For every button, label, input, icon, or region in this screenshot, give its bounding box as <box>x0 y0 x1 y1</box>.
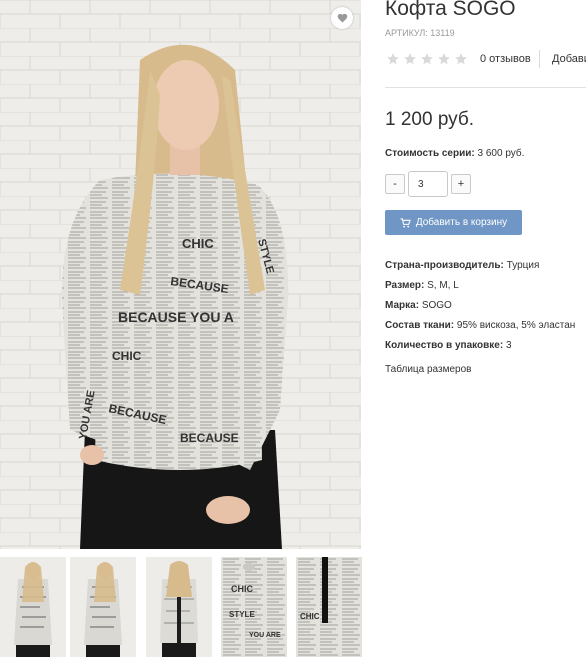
heart-icon <box>337 13 347 23</box>
main-product-photo[interactable]: CHIC BECAUSE BECAUSE YOU A CHIC BECAUSE … <box>0 0 361 549</box>
add-review-link[interactable]: Добавить <box>552 53 586 65</box>
cart-icon <box>400 217 411 228</box>
spec-value: 3 <box>505 340 512 351</box>
star-icon[interactable] <box>420 52 434 66</box>
thumbnail-2[interactable] <box>70 557 136 657</box>
series-price: Стоимость серии: 3 600 руб. <box>385 148 524 159</box>
favorite-button[interactable] <box>331 7 353 29</box>
rating-stars[interactable] <box>386 52 468 66</box>
spec-pack-quantity: Количество в упаковке: 3 <box>385 336 586 356</box>
thumbnail-4-image: CHIC STYLE YOU ARE <box>221 557 287 657</box>
product-info: Кофта SOGO АРТИКУЛ: 13119 0 отзывов Доба… <box>385 0 586 663</box>
thumb-print-you-are: YOU ARE <box>249 632 281 639</box>
product-price: 1 200 руб. <box>385 109 475 130</box>
thumbnail-5[interactable]: CHIC <box>296 557 362 657</box>
add-to-cart-label: Добавить в корзину <box>415 217 508 228</box>
star-icon[interactable] <box>454 52 468 66</box>
spec-value: SOGO <box>421 300 452 311</box>
quantity-stepper: - + <box>385 171 471 197</box>
spec-label: Марка: <box>385 300 420 311</box>
thumbnail-2-image <box>70 557 136 657</box>
series-price-label: Стоимость серии: <box>385 148 475 159</box>
series-price-value: 3 600 руб. <box>477 148 525 159</box>
spec-fabric: Состав ткани: 95% вискоза, 5% эластан <box>385 316 586 336</box>
add-to-cart-button[interactable]: Добавить в корзину <box>385 210 522 235</box>
spec-label: Состав ткани: <box>385 320 455 331</box>
thumb-print-style: STYLE <box>229 610 255 619</box>
model-illustration: CHIC BECAUSE BECAUSE YOU A CHIC BECAUSE … <box>0 0 361 549</box>
thumbnail-1[interactable] <box>0 557 66 657</box>
spec-label: Страна-производитель: <box>385 260 504 271</box>
thumbnail-3-image <box>146 557 212 657</box>
spec-brand: Марка: SOGO <box>385 296 586 316</box>
star-icon[interactable] <box>386 52 400 66</box>
size-table-link[interactable]: Таблица размеров <box>385 364 471 375</box>
spec-value: 95% вискоза, 5% эластан <box>456 320 576 331</box>
spec-label: Количество в упаковке: <box>385 340 504 351</box>
spec-size: Размер: S, M, L <box>385 276 586 296</box>
thumbnail-5-image: CHIC <box>296 557 362 657</box>
print-word-because-3: BECAUSE <box>180 431 239 445</box>
reviews-count-link[interactable]: 0 отзывов <box>480 53 531 65</box>
quantity-input[interactable] <box>408 171 448 197</box>
spec-label: Размер: <box>385 280 425 291</box>
header-divider <box>385 87 586 88</box>
spec-country: Страна-производитель: Турция <box>385 256 586 276</box>
rating-divider <box>539 50 540 68</box>
product-specs: Страна-производитель: Турция Размер: S, … <box>385 256 586 356</box>
thumbnail-4[interactable]: CHIC STYLE YOU ARE <box>221 557 287 657</box>
thumbnail-3[interactable] <box>146 557 212 657</box>
quantity-decrease-button[interactable]: - <box>385 174 405 194</box>
quantity-increase-button[interactable]: + <box>451 174 471 194</box>
spec-value: Турция <box>506 260 540 271</box>
print-word-because-you: BECAUSE YOU A <box>118 309 234 325</box>
product-title: Кофта SOGO <box>385 0 516 20</box>
thumbnail-strip: CHIC STYLE YOU ARE CHIC <box>0 557 370 657</box>
product-sku: АРТИКУЛ: 13119 <box>385 28 455 38</box>
print-word-chic-2: CHIC <box>112 349 142 363</box>
spec-value: S, M, L <box>427 280 459 291</box>
thumb5-print-chic: CHIC <box>300 612 320 621</box>
thumbnail-1-image <box>0 557 66 657</box>
star-icon[interactable] <box>403 52 417 66</box>
print-word-chic: CHIC <box>182 236 214 251</box>
thumb-print-chic: CHIC <box>231 584 253 594</box>
star-icon[interactable] <box>437 52 451 66</box>
